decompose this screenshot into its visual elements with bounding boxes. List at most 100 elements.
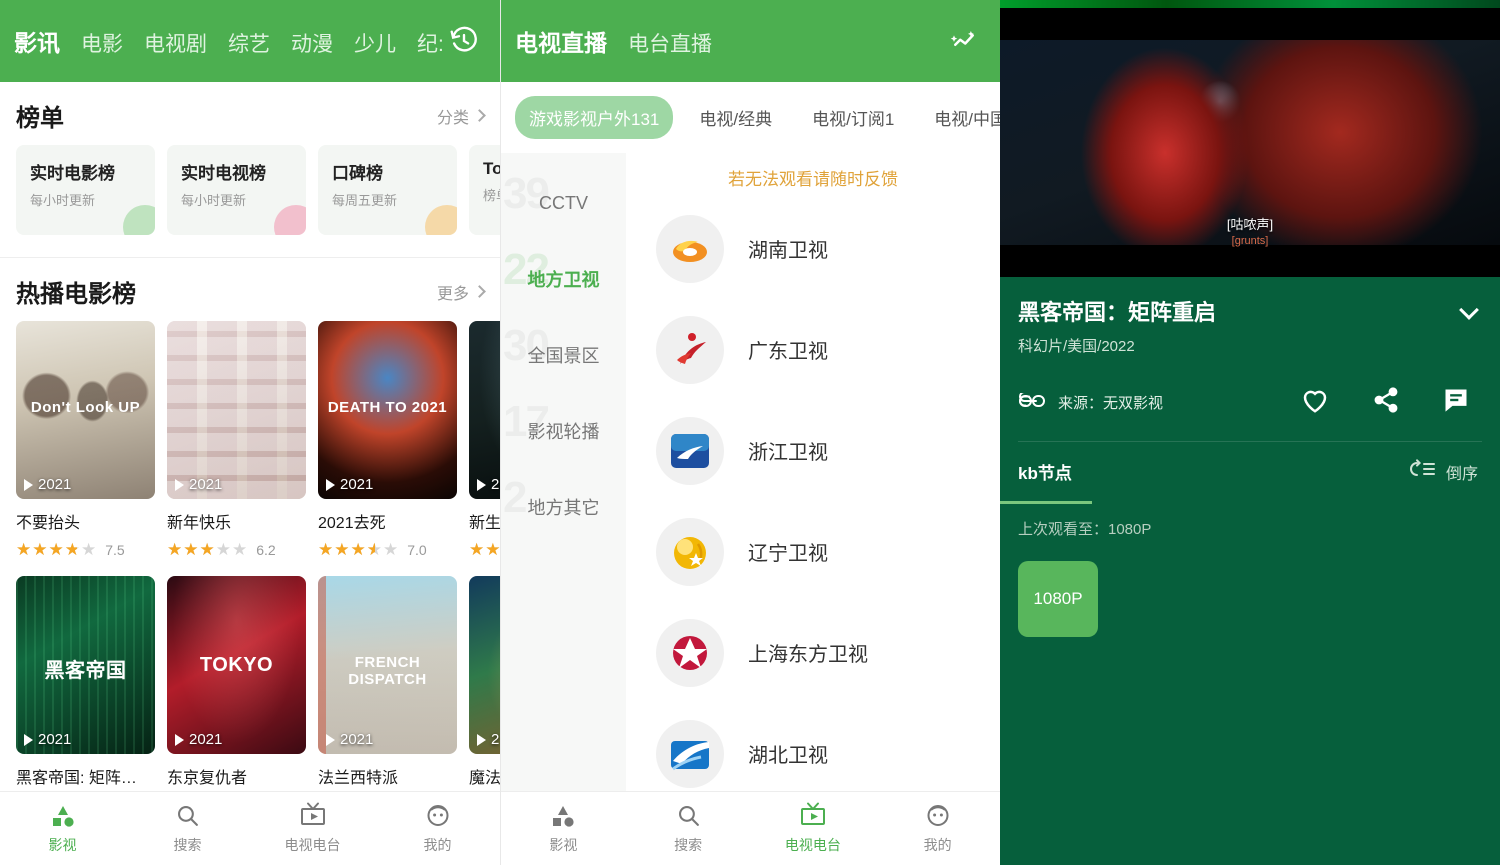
poster-art-overlay (469, 321, 500, 499)
category-tab[interactable]: 电视/经典 (685, 96, 786, 139)
node-label[interactable]: kb节点 (1018, 459, 1072, 484)
heart-icon[interactable] (1300, 386, 1330, 419)
nav-item-mine[interactable]: 我的 (375, 792, 500, 865)
source-row[interactable]: 来源：无双影视 (1018, 390, 1300, 413)
movie-card[interactable]: FRENCH DISPATCH2021法兰西特派★★★★★★★★★★7.8 (318, 576, 457, 813)
tab-radio-live[interactable]: 电台直播 (628, 28, 712, 58)
tab-shaoer[interactable]: 少儿 (354, 28, 396, 58)
rank-card[interactable]: 口碑榜 每周五更新 (318, 145, 457, 235)
movie-title: 黑客帝国: 矩阵… (16, 770, 137, 787)
movie-poster[interactable]: 2 (469, 576, 500, 754)
play-triangle-icon (477, 733, 486, 746)
sidebar-label: CCTV (539, 192, 588, 213)
nav-item-search[interactable]: 搜索 (125, 792, 250, 865)
movie-title: 新年快乐 (167, 515, 232, 532)
movie-poster[interactable]: 2 (469, 321, 500, 499)
movie-poster[interactable]: TOKYO 2021 (167, 576, 306, 754)
poster-year: 2 (477, 476, 499, 493)
movie-poster[interactable]: DEATH TO 2021 2021 (318, 321, 457, 499)
tab-dongman[interactable]: 动漫 (291, 28, 333, 58)
movie-poster[interactable]: 2021 (167, 321, 306, 499)
channel-item[interactable]: 湖北卫视 (626, 703, 1000, 800)
rank-more-button[interactable]: 分类 (437, 104, 486, 128)
rank-card[interactable]: Top 榜单 (469, 145, 500, 235)
movie-card[interactable]: 黑客帝国2021黑客帝国: 矩阵…★★★★★★★★★★5.7 (16, 576, 155, 813)
player-actions: 来源：无双影视 (1018, 386, 1482, 419)
sidebar-item-other[interactable]: 2 地方其它 (501, 469, 626, 545)
movie-card[interactable]: 2魔法…★★★★★★★★★★ (469, 576, 500, 813)
category-tab[interactable]: 游戏影视户外131 (515, 96, 674, 139)
share-icon[interactable] (1372, 386, 1400, 419)
history-icon[interactable] (442, 19, 486, 63)
poster-year: 2 (477, 731, 499, 748)
movie-card[interactable]: DEATH TO 2021 2021 2021去死 ★★★★★★★★★★ 7.0 (318, 321, 457, 558)
nav-item-mine[interactable]: 我的 (875, 792, 1000, 865)
category-tab[interactable]: 电视/订阅1 (798, 96, 908, 139)
movie-title: 法兰西特派 (318, 770, 399, 787)
nav-item-yingshi[interactable]: 影视 (0, 792, 125, 865)
category-tab-row[interactable]: 游戏影视户外131 电视/经典 电视/订阅1 电视/中国 电 (501, 82, 1000, 153)
rank-card[interactable]: 实时电影榜 每小时更新 (16, 145, 155, 235)
sidebar-item-local-satellite[interactable]: 22 地方卫视 (501, 241, 626, 317)
trending-sparkle-icon[interactable] (942, 19, 986, 63)
star-rating: ★★★★★★★★★★ (16, 540, 98, 559)
tab-tv-live[interactable]: 电视直播 (515, 24, 607, 58)
channel-item[interactable]: 辽宁卫视 (626, 501, 1000, 602)
channel-name: 湖北卫视 (748, 745, 828, 767)
movie-card[interactable]: TOKYO2021东京复仇者★★★★★★★★★★6.9 (167, 576, 306, 813)
movie-card[interactable]: 2 新生… ★★★★★★★★★★ (469, 321, 500, 558)
subtitle-en: [grunts] (1231, 235, 1269, 247)
nav-item-tv[interactable]: 电视电台 (250, 792, 375, 865)
movie-title: 不要抬头 (16, 515, 81, 532)
sort-control[interactable]: 倒序 (1408, 458, 1478, 485)
channel-item[interactable]: 广东卫视 (626, 299, 1000, 400)
player-panel: [咕哝声] [grunts] 黑客帝国：矩阵重启 科幻片/美国/2022 来源：… (1000, 0, 1500, 865)
tab-yingxun[interactable]: 影讯 (14, 24, 60, 58)
channel-item[interactable]: 上海东方卫视 (626, 602, 1000, 703)
tab-zongyi[interactable]: 综艺 (228, 28, 270, 58)
chevron-right-icon (473, 285, 486, 298)
poster-art-overlay (469, 576, 500, 754)
movie-card[interactable]: Don't Look UP 2021 不要抬头 ★★★★★★★★★★ 7.5 (16, 321, 155, 558)
player-info: 黑客帝国：矩阵重启 科幻片/美国/2022 来源：无双影视 (1000, 277, 1500, 442)
bottom-nav[interactable]: 影视 搜索 电视电台 我的 (0, 791, 500, 865)
sidebar-item-scenic[interactable]: 30 全国景区 (501, 317, 626, 393)
poster-year: 2021 (326, 731, 373, 748)
video-surface[interactable]: [咕哝声] [grunts] (1000, 0, 1500, 277)
movie-poster[interactable]: 黑客帝国 2021 (16, 576, 155, 754)
rank-card[interactable]: 实时电视榜 每小时更新 (167, 145, 306, 235)
nav-label: 我的 (923, 837, 952, 853)
channel-list: 若无法观看请随时反馈 湖南卫视 广东卫视 浙江卫视 辽宁卫视 上海东方卫视 湖北… (626, 153, 1000, 800)
tab-dianshiju[interactable]: 电视剧 (144, 28, 207, 58)
nav-item-yingshi[interactable]: 影视 (501, 792, 626, 865)
tv-icon (799, 802, 827, 828)
live-tab-bar[interactable]: 电视直播 电台直播 (515, 24, 942, 58)
rank-card-title: 实时电视榜 (181, 164, 266, 183)
quality-button-1080p[interactable]: 1080P (1018, 561, 1098, 637)
live-tv-panel: 电视直播 电台直播 游戏影视户外131 电视/经典 电视/订阅1 电视/中国 电… (500, 0, 1000, 865)
poster-year: 2021 (24, 731, 71, 748)
tab-dianying[interactable]: 电影 (81, 28, 123, 58)
channel-item[interactable]: 湖南卫视 (626, 198, 1000, 299)
nav-item-search[interactable]: 搜索 (626, 792, 751, 865)
nav-item-tv[interactable]: 电视电台 (751, 792, 876, 865)
movie-poster[interactable]: Don't Look UP 2021 (16, 321, 155, 499)
category-tab[interactable]: 电视/中国 (920, 96, 1000, 139)
movie-card[interactable]: 2021 新年快乐 ★★★★★★★★★★ 6.2 (167, 321, 306, 558)
hot-more-button[interactable]: 更多 (437, 280, 486, 304)
channel-name: 辽宁卫视 (748, 543, 828, 565)
nav-label: 搜索 (674, 837, 703, 853)
sidebar-item-cctv[interactable]: 39 CCTV (501, 165, 626, 241)
movie-poster[interactable]: FRENCH DISPATCH 2021 (318, 576, 457, 754)
movies-tab-bar[interactable]: 影讯 电影 电视剧 综艺 动漫 少儿 纪: (14, 24, 442, 58)
rank-card-title: 实时电影榜 (30, 164, 115, 183)
tab-jilu[interactable]: 纪: (417, 28, 442, 58)
category-sidebar[interactable]: 39 CCTV 22 地方卫视 30 全国景区 17 影视轮播 2 地方其它 (501, 153, 626, 800)
poster-art-overlay (167, 321, 306, 499)
dragon-tv-logo (656, 618, 724, 687)
bottom-nav[interactable]: 影视 搜索 电视电台 我的 (501, 791, 1000, 865)
feedback-tip: 若无法观看请随时反馈 (728, 170, 898, 189)
sidebar-item-rotation[interactable]: 17 影视轮播 (501, 393, 626, 469)
comment-icon[interactable] (1442, 386, 1470, 419)
channel-item[interactable]: 浙江卫视 (626, 400, 1000, 501)
